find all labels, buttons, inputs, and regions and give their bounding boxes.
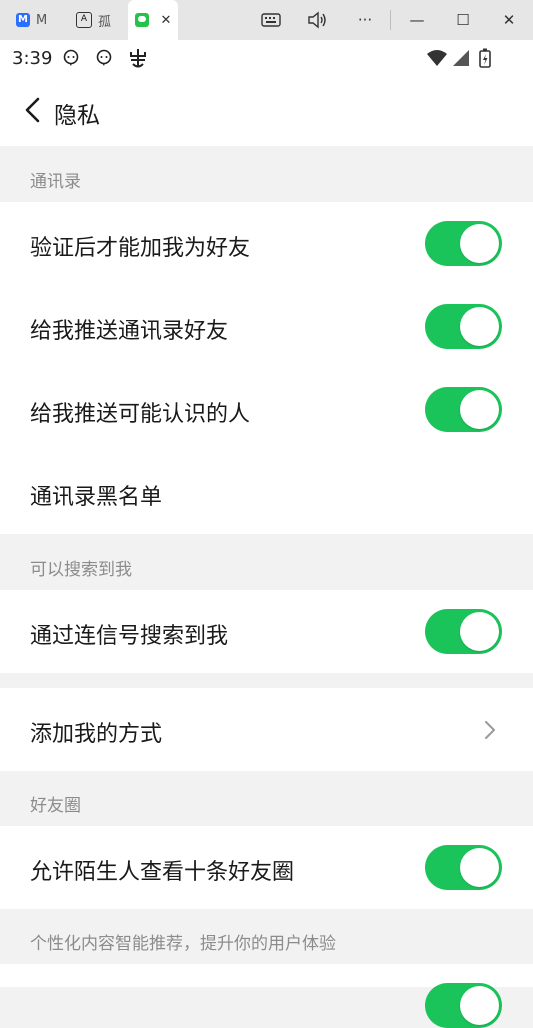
m-logo-icon: M (16, 13, 30, 27)
browser-tab-active[interactable]: ✕ (128, 0, 178, 40)
page-header: 隐私 (0, 78, 533, 146)
page-title: 隐私 (54, 103, 100, 129)
setting-row-strangers-view-moments[interactable]: 允许陌生人查看十条好友圈 (0, 826, 533, 909)
search-group: 通过连信号搜索到我 (0, 590, 533, 673)
chevron-right-icon (481, 721, 499, 739)
contacts-group: 验证后才能加我为好友 给我推送通讯录好友 给我推送可能认识的人 通讯录黑名单 (0, 202, 533, 534)
tab-label: 孤 (98, 14, 112, 30)
toggle-switch[interactable] (425, 845, 502, 890)
moments-group: 允许陌生人查看十条好友圈 (0, 826, 533, 909)
toggle-switch[interactable] (425, 609, 502, 654)
setting-row-push-people-you-may-know[interactable]: 给我推送可能认识的人 (0, 368, 533, 451)
divider (390, 10, 391, 30)
battery-charging-icon (477, 48, 493, 68)
a-logo-icon: A (76, 12, 92, 28)
personalized-group (0, 964, 533, 1028)
toggle-knob (460, 848, 499, 887)
setting-row-push-contacts[interactable]: 给我推送通讯录好友 (0, 285, 533, 368)
more-icon[interactable]: ··· (352, 0, 378, 40)
bug-icon (126, 49, 150, 68)
close-window-icon[interactable]: ✕ (496, 0, 522, 40)
browser-tab-1[interactable]: M M (16, 0, 60, 40)
setting-row-add-methods[interactable]: 添加我的方式 (0, 688, 533, 771)
section-label-search: 可以搜索到我 (30, 560, 132, 580)
toggle-switch[interactable] (425, 304, 502, 349)
toggle-knob (460, 307, 499, 346)
setting-row-contacts-blacklist[interactable]: 通讯录黑名单 (0, 451, 533, 534)
toggle-knob (460, 612, 499, 651)
signal-icon (451, 49, 471, 67)
toggle-knob (460, 390, 499, 429)
setting-row-search-by-id[interactable]: 通过连信号搜索到我 (0, 590, 533, 673)
minimize-icon[interactable]: — (404, 0, 430, 40)
section-label-moments: 好友圈 (30, 796, 81, 816)
setting-label: 给我推送通讯录好友 (30, 319, 229, 344)
status-time: 3:39 (12, 48, 53, 69)
section-label-personalized: 个性化内容智能推荐，提升你的用户体验 (30, 934, 336, 954)
keyboard-icon[interactable] (258, 0, 284, 40)
setting-label: 通讯录黑名单 (30, 485, 163, 510)
add-methods-group: 添加我的方式 (0, 688, 533, 771)
toggle-knob (460, 224, 499, 263)
setting-label: 添加我的方式 (30, 722, 163, 747)
status-bar: 3:39 (0, 40, 533, 78)
setting-label: 给我推送可能认识的人 (30, 402, 251, 427)
toggle-switch[interactable] (425, 983, 502, 1028)
toggle-switch[interactable] (425, 387, 502, 432)
setting-label: 允许陌生人查看十条好友圈 (30, 860, 295, 885)
back-arrow-icon[interactable] (20, 96, 48, 124)
volume-icon[interactable] (304, 0, 330, 40)
toggle-knob (460, 986, 499, 1025)
wifi-icon (426, 49, 448, 67)
browser-tab-2[interactable]: A 孤 (76, 0, 120, 40)
window-titlebar: M M A 孤 ✕ ··· — ☐ ✕ (0, 0, 533, 41)
maximize-icon[interactable]: ☐ (450, 0, 476, 40)
chat-bubble-icon (62, 49, 80, 67)
setting-label: 验证后才能加我为好友 (30, 236, 251, 261)
tab-close-icon[interactable]: ✕ (161, 13, 172, 28)
tab-label: M (36, 12, 48, 28)
chat-logo-icon (134, 13, 149, 27)
setting-label: 通过连信号搜索到我 (30, 624, 229, 649)
section-label-contacts: 通讯录 (30, 172, 81, 192)
setting-row-verify-before-add[interactable]: 验证后才能加我为好友 (0, 202, 533, 285)
toggle-switch[interactable] (425, 221, 502, 266)
chat-bubble-icon (95, 49, 113, 67)
